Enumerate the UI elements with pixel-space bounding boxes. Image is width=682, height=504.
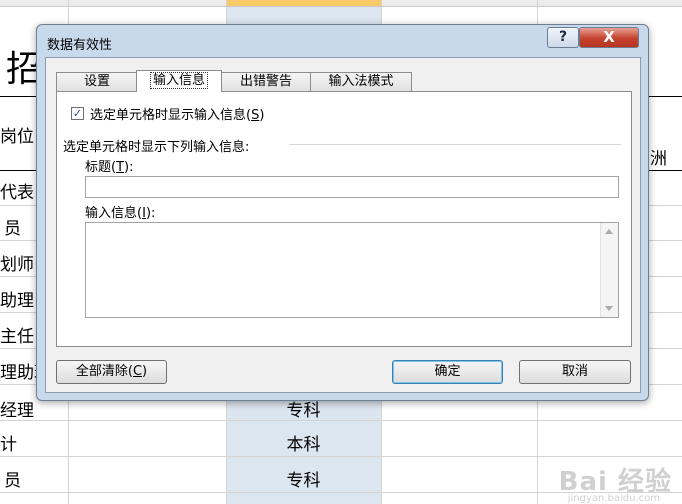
tab-label: 出错警告 — [239, 74, 292, 89]
table-cell[interactable]: 员 — [4, 466, 21, 491]
clear-all-button[interactable]: 全部清除(C) — [56, 360, 167, 384]
textarea-scrollbar[interactable] — [600, 223, 618, 317]
dialog-title: 数据有效性 — [47, 38, 113, 53]
tab-label: 输入信息 — [149, 72, 208, 89]
watermark-url: jingyan.baidu.com — [567, 493, 660, 504]
tab-settings[interactable]: 设置 — [56, 72, 138, 91]
table-cell[interactable]: 主任 — [0, 322, 34, 347]
title-input[interactable] — [85, 176, 619, 198]
input-message-textarea[interactable] — [85, 222, 619, 318]
help-icon: ? — [558, 29, 568, 45]
dialog-client-area: 设置 输入信息 出错警告 输入法模式 ✓ 选定单元格时显示输入信息(S) 选定单… — [45, 57, 641, 393]
tab-label: 设置 — [83, 74, 110, 89]
message-field-label: 输入信息(I): — [85, 206, 156, 221]
group-label: 选定单元格时显示下列输入信息: — [63, 140, 250, 155]
show-input-checkbox[interactable]: ✓ — [71, 107, 84, 120]
header-cell[interactable]: 岗位 — [0, 122, 34, 147]
checkmark-icon: ✓ — [72, 107, 83, 120]
show-input-checkbox-label: 选定单元格时显示输入信息(S) — [90, 108, 265, 123]
selected-column-header — [226, 0, 381, 6]
tab-label: 输入法模式 — [328, 74, 394, 89]
group-divider — [289, 144, 621, 145]
table-cell[interactable]: 专科 — [226, 466, 381, 491]
header-cell-right[interactable]: 洲 — [650, 144, 667, 169]
tab-error-alert[interactable]: 出错警告 — [220, 72, 312, 91]
table-cell[interactable]: 划师 — [0, 250, 34, 275]
scroll-down-arrow-icon[interactable] — [605, 306, 613, 311]
tab-ime-mode[interactable]: 输入法模式 — [310, 72, 412, 91]
scroll-up-arrow-icon[interactable] — [605, 229, 613, 234]
table-cell[interactable]: 计 — [0, 430, 17, 455]
cancel-button[interactable]: 取消 — [519, 360, 631, 384]
grid-line — [0, 456, 682, 457]
table-cell[interactable]: 经理 — [0, 396, 34, 421]
table-cell[interactable]: 本科 — [226, 430, 381, 455]
close-button[interactable]: X — [579, 27, 639, 48]
table-cell[interactable]: 员 — [4, 214, 21, 239]
close-icon: X — [603, 28, 615, 46]
table-cell[interactable]: 代表 — [0, 178, 34, 203]
ok-button[interactable]: 确定 — [392, 360, 503, 384]
tab-input-message[interactable]: 输入信息 — [136, 70, 222, 92]
tab-panel-input-message: ✓ 选定单元格时显示输入信息(S) 选定单元格时显示下列输入信息: 标题(T):… — [56, 91, 632, 347]
title-field-label: 标题(T): — [85, 160, 134, 175]
data-validation-dialog: 数据有效性 ? X 设置 输入信息 出错警告 输入法模式 ✓ 选定单元格时显示输… — [36, 24, 649, 401]
show-input-checkbox-row[interactable]: ✓ 选定单元格时显示输入信息(S) — [71, 104, 264, 123]
table-cell[interactable]: 助理 — [0, 286, 34, 311]
help-button[interactable]: ? — [547, 27, 579, 48]
